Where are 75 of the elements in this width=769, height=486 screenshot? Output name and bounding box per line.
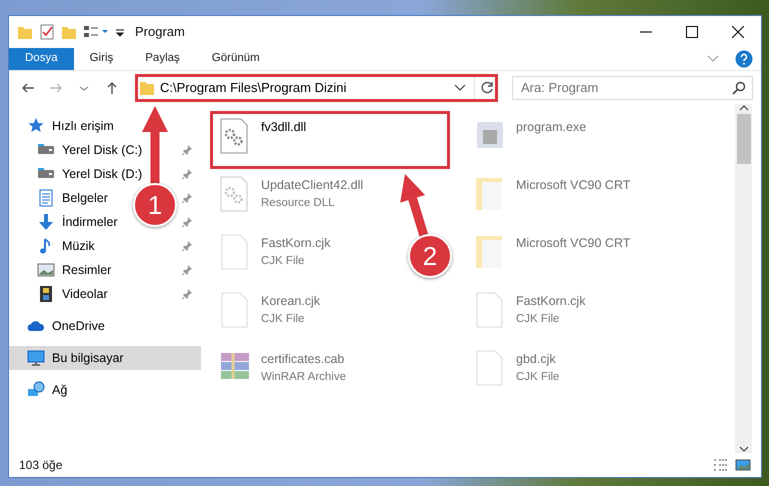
scroll-up-icon[interactable]: [738, 104, 748, 112]
file-name: Microsoft VC90 CRT: [516, 177, 630, 194]
file-name: FastKorn.cjk: [261, 235, 330, 252]
search-field[interactable]: Ara: Program: [512, 76, 753, 100]
properties-icon[interactable]: [39, 24, 55, 40]
sidebar-item[interactable]: Videolar: [9, 282, 201, 306]
pin-icon[interactable]: [181, 264, 193, 276]
sidebar-item[interactable]: Resimler: [9, 258, 201, 282]
file-type: CJK File: [516, 370, 560, 385]
file-item[interactable]: FastKorn.cjk CJK File: [210, 227, 340, 285]
sidebar-item[interactable]: Müzik: [9, 234, 201, 258]
ribbon-tab[interactable]: Dosya: [9, 48, 74, 70]
file-name: program.exe: [516, 119, 586, 136]
sidebar-item[interactable]: Yerel Disk (D:): [9, 162, 201, 186]
file-item[interactable]: UpdateClient42.dll Resource DLL: [210, 169, 372, 227]
file-item[interactable]: program.exe: [465, 111, 596, 169]
pin-icon[interactable]: [181, 288, 193, 300]
file-name: FastKorn.cjk: [516, 293, 586, 310]
sidebar-item[interactable]: OneDrive: [9, 314, 201, 338]
sidebar-item[interactable]: Bu bilgisayar: [9, 346, 201, 370]
minimize-icon[interactable]: [640, 31, 652, 33]
file-name: certificates.cab: [261, 351, 346, 368]
file-name: fv3dll.dll: [261, 119, 306, 136]
ribbon-tab[interactable]: Paylaş: [129, 48, 196, 70]
dropdown-icon[interactable]: [454, 84, 466, 92]
folder-icon: [138, 80, 156, 96]
file-item[interactable]: FastKorn.cjk CJK File: [465, 285, 594, 343]
sidebar-item[interactable]: Hızlı erişim: [9, 114, 201, 138]
scroll-down-icon[interactable]: [738, 445, 748, 453]
file-type: CJK File: [261, 312, 306, 327]
sidebar-item[interactable]: Yerel Disk (C:): [9, 138, 201, 162]
file-item[interactable]: Korean.cjk CJK File: [210, 285, 330, 343]
film-icon: [37, 285, 55, 303]
file-item[interactable]: gbd.cjk CJK File: [465, 343, 568, 401]
expand-ribbon-icon[interactable]: [707, 55, 719, 63]
details-view-icon[interactable]: [713, 458, 729, 472]
item-count: 103 öğe: [19, 457, 62, 474]
network-icon: [27, 381, 45, 399]
address-text[interactable]: C:\Program Files\Program Dizini: [156, 78, 454, 98]
ribbon-tab[interactable]: Görünüm: [196, 48, 276, 70]
file-item[interactable]: Microsoft VC90 CRT: [465, 227, 640, 285]
file-item[interactable]: fv3dll.dll: [210, 111, 450, 169]
ribbon-tab[interactable]: Giriş: [74, 48, 130, 70]
document-icon: [37, 189, 55, 207]
address-bar[interactable]: C:\Program Files\Program Dizini: [135, 74, 498, 102]
view-dropdown-icon[interactable]: [83, 24, 109, 40]
scrollbar-thumb[interactable]: [736, 114, 750, 164]
pin-icon[interactable]: [181, 144, 193, 156]
pin-icon[interactable]: [181, 168, 193, 180]
large-icons-view-icon[interactable]: [735, 458, 751, 472]
close-icon[interactable]: [732, 26, 744, 38]
file-item[interactable]: Microsoft VC90 CRT: [465, 169, 640, 227]
maximize-icon[interactable]: [686, 26, 698, 38]
search-icon: [732, 80, 746, 94]
file-name: Microsoft VC90 CRT: [516, 235, 630, 252]
pin-icon[interactable]: [181, 216, 193, 228]
file-type: CJK File: [261, 254, 306, 269]
picture-icon: [37, 261, 55, 279]
file-name: Korean.cjk: [261, 293, 320, 310]
pin-icon[interactable]: [181, 240, 193, 252]
file-name: UpdateClient42.dll: [261, 177, 364, 194]
arrow: [400, 174, 428, 238]
window-title: Program: [135, 23, 185, 42]
scrollbar[interactable]: [735, 104, 752, 453]
file-type: WinRAR Archive: [261, 370, 346, 385]
file-name: gbd.cjk: [516, 351, 557, 368]
download-arrow-icon: [37, 213, 55, 231]
sidebar-item[interactable]: Ağ: [9, 378, 201, 402]
help-icon[interactable]: [735, 50, 753, 68]
file-type: Resource DLL: [261, 196, 336, 211]
file-item[interactable]: certificates.cab WinRAR Archive: [210, 343, 355, 401]
file-type: CJK File: [516, 312, 560, 327]
refresh-icon[interactable]: [479, 80, 495, 96]
pin-icon[interactable]: [181, 192, 193, 204]
computer-icon: [27, 349, 45, 367]
